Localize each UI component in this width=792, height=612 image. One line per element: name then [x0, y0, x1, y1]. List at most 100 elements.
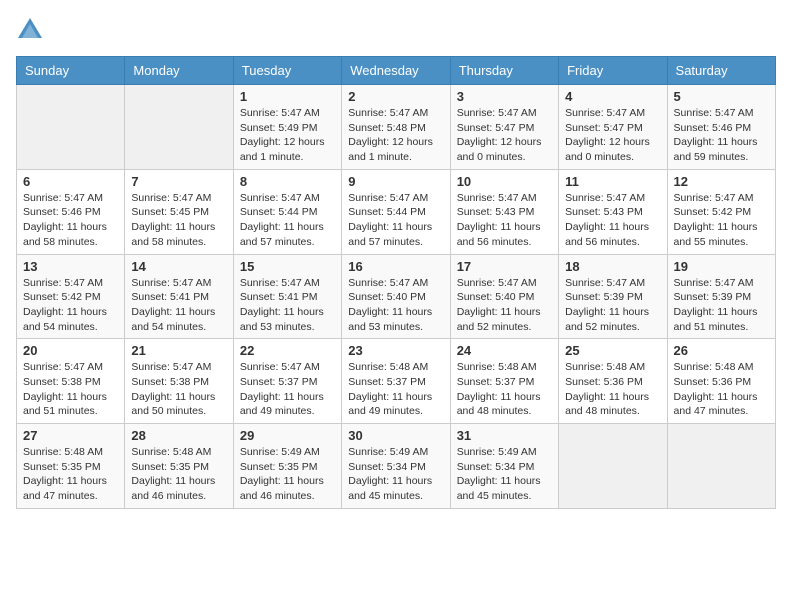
calendar-cell: 6Sunrise: 5:47 AM Sunset: 5:46 PM Daylig… — [17, 169, 125, 254]
weekday-row: SundayMondayTuesdayWednesdayThursdayFrid… — [17, 57, 776, 85]
day-number: 9 — [348, 174, 443, 189]
calendar-cell: 13 Sunrise: 5:47 AM Sunset: 5:42 PM Dayli… — [17, 254, 125, 339]
calendar-body: 1Sunrise: 5:47 AM Sunset: 5:49 PM Daylig… — [17, 85, 776, 509]
calendar-cell: 17Sunrise: 5:47 AM Sunset: 5:40 PM Dayli… — [450, 254, 558, 339]
cell-content: Sunrise: 5:49 AM Sunset: 5:34 PM Dayligh… — [348, 445, 443, 504]
day-number: 25 — [565, 343, 660, 358]
calendar-cell — [559, 424, 667, 509]
day-number: 22 — [240, 343, 335, 358]
calendar-cell: 30 Sunrise: 5:49 AM Sunset: 5:34 PM Dayli… — [342, 424, 450, 509]
calendar-cell: 27 Sunrise: 5:48 AM Sunset: 5:35 PM Dayli… — [17, 424, 125, 509]
cell-content: Sunrise: 5:47 AM Sunset: 5:41 PM Dayligh… — [240, 276, 335, 335]
cell-content: Sunrise: 5:47 AM Sunset: 5:47 PM Dayligh… — [565, 106, 660, 165]
cell-content: Sunrise: 5:47 AM Sunset: 5:42 PM Dayligh… — [674, 191, 769, 250]
day-number: 10 — [457, 174, 552, 189]
logo — [16, 16, 48, 44]
cell-content: Sunrise: 5:49 AM Sunset: 5:34 PM Dayligh… — [457, 445, 552, 504]
cell-content: Sunrise: 5:48 AM Sunset: 5:37 PM Dayligh… — [457, 360, 552, 419]
day-number: 8 — [240, 174, 335, 189]
cell-content: Sunrise: 5:47 AM Sunset: 5:39 PM Dayligh… — [565, 276, 660, 335]
cell-content: Sunrise: 5:47 AM Sunset: 5:45 PM Dayligh… — [131, 191, 226, 250]
day-number: 7 — [131, 174, 226, 189]
calendar-cell: 14Sunrise: 5:47 AM Sunset: 5:41 PM Dayli… — [125, 254, 233, 339]
cell-content: Sunrise: 5:48 AM Sunset: 5:35 PM Dayligh… — [23, 445, 118, 504]
calendar-cell: 9 Sunrise: 5:47 AM Sunset: 5:44 PM Daylig… — [342, 169, 450, 254]
cell-content: Sunrise: 5:47 AM Sunset: 5:46 PM Dayligh… — [23, 191, 118, 250]
calendar-cell: 7 Sunrise: 5:47 AM Sunset: 5:45 PM Daylig… — [125, 169, 233, 254]
weekday-header: Tuesday — [233, 57, 341, 85]
calendar-week-row: 20 Sunrise: 5:47 AM Sunset: 5:38 PM Dayli… — [17, 339, 776, 424]
calendar-cell: 23 Sunrise: 5:48 AM Sunset: 5:37 PM Dayli… — [342, 339, 450, 424]
day-number: 24 — [457, 343, 552, 358]
cell-content: Sunrise: 5:48 AM Sunset: 5:36 PM Dayligh… — [674, 360, 769, 419]
day-number: 29 — [240, 428, 335, 443]
day-number: 20 — [23, 343, 118, 358]
day-number: 18 — [565, 259, 660, 274]
day-number: 30 — [348, 428, 443, 443]
day-number: 3 — [457, 89, 552, 104]
cell-content: Sunrise: 5:47 AM Sunset: 5:47 PM Dayligh… — [457, 106, 552, 165]
logo-icon — [16, 16, 44, 44]
calendar-cell: 26 Sunrise: 5:48 AM Sunset: 5:36 PM Dayli… — [667, 339, 775, 424]
calendar-cell: 5 Sunrise: 5:47 AM Sunset: 5:46 PM Daylig… — [667, 85, 775, 170]
day-number: 12 — [674, 174, 769, 189]
weekday-header: Thursday — [450, 57, 558, 85]
day-number: 26 — [674, 343, 769, 358]
day-number: 19 — [674, 259, 769, 274]
cell-content: Sunrise: 5:47 AM Sunset: 5:44 PM Dayligh… — [240, 191, 335, 250]
cell-content: Sunrise: 5:47 AM Sunset: 5:40 PM Dayligh… — [348, 276, 443, 335]
day-number: 13 — [23, 259, 118, 274]
day-number: 2 — [348, 89, 443, 104]
calendar-cell: 8 Sunrise: 5:47 AM Sunset: 5:44 PM Daylig… — [233, 169, 341, 254]
calendar-cell — [667, 424, 775, 509]
calendar-week-row: 6Sunrise: 5:47 AM Sunset: 5:46 PM Daylig… — [17, 169, 776, 254]
day-number: 27 — [23, 428, 118, 443]
cell-content: Sunrise: 5:47 AM Sunset: 5:43 PM Dayligh… — [565, 191, 660, 250]
day-number: 31 — [457, 428, 552, 443]
cell-content: Sunrise: 5:47 AM Sunset: 5:37 PM Dayligh… — [240, 360, 335, 419]
page-header — [16, 16, 776, 44]
weekday-header: Friday — [559, 57, 667, 85]
day-number: 5 — [674, 89, 769, 104]
day-number: 23 — [348, 343, 443, 358]
calendar-cell: 20 Sunrise: 5:47 AM Sunset: 5:38 PM Dayli… — [17, 339, 125, 424]
calendar-cell: 16 Sunrise: 5:47 AM Sunset: 5:40 PM Dayli… — [342, 254, 450, 339]
cell-content: Sunrise: 5:48 AM Sunset: 5:36 PM Dayligh… — [565, 360, 660, 419]
calendar-cell — [17, 85, 125, 170]
cell-content: Sunrise: 5:47 AM Sunset: 5:39 PM Dayligh… — [674, 276, 769, 335]
day-number: 15 — [240, 259, 335, 274]
calendar-cell — [125, 85, 233, 170]
calendar-cell: 2 Sunrise: 5:47 AM Sunset: 5:48 PM Daylig… — [342, 85, 450, 170]
cell-content: Sunrise: 5:47 AM Sunset: 5:41 PM Dayligh… — [131, 276, 226, 335]
cell-content: Sunrise: 5:47 AM Sunset: 5:44 PM Dayligh… — [348, 191, 443, 250]
day-number: 4 — [565, 89, 660, 104]
weekday-header: Wednesday — [342, 57, 450, 85]
cell-content: Sunrise: 5:48 AM Sunset: 5:35 PM Dayligh… — [131, 445, 226, 504]
weekday-header: Sunday — [17, 57, 125, 85]
calendar-cell: 29Sunrise: 5:49 AM Sunset: 5:35 PM Dayli… — [233, 424, 341, 509]
calendar-cell: 15 Sunrise: 5:47 AM Sunset: 5:41 PM Dayli… — [233, 254, 341, 339]
cell-content: Sunrise: 5:47 AM Sunset: 5:42 PM Dayligh… — [23, 276, 118, 335]
calendar-cell: 18 Sunrise: 5:47 AM Sunset: 5:39 PM Dayli… — [559, 254, 667, 339]
cell-content: Sunrise: 5:47 AM Sunset: 5:48 PM Dayligh… — [348, 106, 443, 165]
calendar-header: SundayMondayTuesdayWednesdayThursdayFrid… — [17, 57, 776, 85]
calendar-cell: 12 Sunrise: 5:47 AM Sunset: 5:42 PM Dayli… — [667, 169, 775, 254]
calendar-cell: 19 Sunrise: 5:47 AM Sunset: 5:39 PM Dayli… — [667, 254, 775, 339]
calendar-cell: 28Sunrise: 5:48 AM Sunset: 5:35 PM Dayli… — [125, 424, 233, 509]
day-number: 1 — [240, 89, 335, 104]
cell-content: Sunrise: 5:48 AM Sunset: 5:37 PM Dayligh… — [348, 360, 443, 419]
day-number: 11 — [565, 174, 660, 189]
calendar-cell: 11 Sunrise: 5:47 AM Sunset: 5:43 PM Dayli… — [559, 169, 667, 254]
weekday-header: Monday — [125, 57, 233, 85]
calendar-week-row: 27 Sunrise: 5:48 AM Sunset: 5:35 PM Dayli… — [17, 424, 776, 509]
calendar-week-row: 13 Sunrise: 5:47 AM Sunset: 5:42 PM Dayli… — [17, 254, 776, 339]
calendar-cell: 4 Sunrise: 5:47 AM Sunset: 5:47 PM Daylig… — [559, 85, 667, 170]
calendar-cell: 31 Sunrise: 5:49 AM Sunset: 5:34 PM Dayli… — [450, 424, 558, 509]
cell-content: Sunrise: 5:47 AM Sunset: 5:46 PM Dayligh… — [674, 106, 769, 165]
calendar-week-row: 1Sunrise: 5:47 AM Sunset: 5:49 PM Daylig… — [17, 85, 776, 170]
day-number: 16 — [348, 259, 443, 274]
cell-content: Sunrise: 5:47 AM Sunset: 5:38 PM Dayligh… — [23, 360, 118, 419]
calendar-cell: 22 Sunrise: 5:47 AM Sunset: 5:37 PM Dayli… — [233, 339, 341, 424]
calendar-table: SundayMondayTuesdayWednesdayThursdayFrid… — [16, 56, 776, 509]
calendar-cell: 1Sunrise: 5:47 AM Sunset: 5:49 PM Daylig… — [233, 85, 341, 170]
